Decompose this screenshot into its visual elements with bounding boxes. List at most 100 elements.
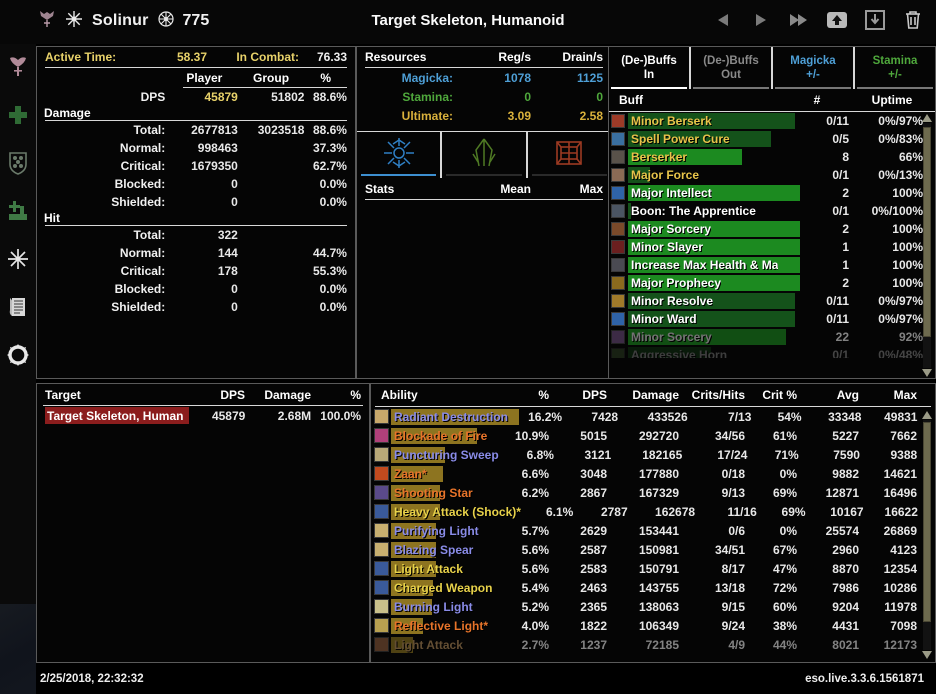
buffs-tab-bar: (De-)Buffs In (De-)Buffs Out Magicka +/- Stami… [609,47,935,89]
scrollbar-thumb[interactable] [923,127,931,337]
tab-debuffs-out[interactable]: (De-)Buffs Out [689,47,771,89]
table-row[interactable]: Zaan* 6.6% 3048 177880 0/18 0% 9882 14621 [371,464,935,483]
ability-crit-percent: 38% [772,618,797,633]
tab-magicka-plusminus[interactable]: Magicka +/- [771,47,853,89]
ability-icon [374,618,389,633]
scroll-up-arrow[interactable] [921,410,933,420]
buff-icon [611,222,625,236]
table-row[interactable]: Light Attack 2.7% 1237 72185 4/9 44% 8021 12173 [371,635,935,654]
sidebar-item-buffs[interactable] [0,188,36,236]
column-max: Max [579,182,603,196]
ability-damage: 150981 [638,542,679,557]
buff-row[interactable]: Aggressive Horn 0/1 0%/48% [609,346,935,358]
scroll-up-arrow[interactable] [921,113,933,123]
sidebar-item-shield[interactable] [0,140,36,188]
target-damage: 2.68M [277,408,312,423]
in-combat-label: In Combat: [236,50,299,64]
table-row[interactable]: Puncturing Sweep 6.8% 3121 182165 17/24 71% 75… [371,445,935,464]
buff-row[interactable]: Increase Max Health & Ma 1 100% [609,256,935,274]
save-button[interactable] [862,7,888,33]
column-mean: Mean [500,182,531,196]
buff-count: 0/1 [832,168,849,182]
summary-row: Blocked: 0 0.0% [37,175,355,193]
dps-row: DPS 45879 51802 88.6% [37,88,355,106]
table-row[interactable]: Blazing Spear 5.6% 2587 150981 34/51 67% 2960 4… [371,540,935,559]
buff-row[interactable]: Minor Berserk 0/11 0%/97% [609,112,935,130]
ability-name-wrap: Burning Light [391,597,493,616]
buff-row[interactable]: Major Intellect 2 100% [609,184,935,202]
ability-name: Shooting Star [394,485,473,500]
table-row[interactable]: Reflective Light* 4.0% 1822 106349 9/24 38% 44… [371,616,935,635]
ability-icon [374,485,389,500]
previous-fight-button[interactable] [710,7,736,33]
summary-row-label: Shielded: [111,195,166,209]
table-row[interactable]: Target Skeleton, Human 45879 2.68M 100.0% [37,406,369,425]
ability-bar-magicka-tab[interactable] [357,132,440,178]
scroll-down-arrow[interactable] [921,368,933,378]
buff-name-wrap: Spell Power Cure [628,130,785,148]
summary-row-label: Blocked: [114,282,166,296]
upload-button[interactable] [824,7,850,33]
sidebar-item-effects[interactable] [0,236,36,284]
buff-row[interactable]: Major Prophecy 2 100% [609,274,935,292]
buff-name-wrap: Boon: The Apprentice [628,202,785,220]
sidebar-item-damage[interactable] [0,44,36,92]
tab-debuffs-in[interactable]: (De-)Buffs In [609,47,689,89]
summary-row-percent: 88.6% [312,123,347,137]
buff-row[interactable]: Boon: The Apprentice 0/1 0%/100% [609,202,935,220]
summary-row-percent: 44.7% [312,246,347,260]
tab-label-line2: In [643,69,655,81]
tab-stamina-plusminus[interactable]: Stamina +/- [853,47,935,89]
sidebar-item-settings[interactable] [0,332,36,380]
summary-row: Shielded: 0 0.0% [37,193,355,211]
table-row[interactable]: Light Attack 5.6% 2583 150791 8/17 47% 8870 123… [371,559,935,578]
sidebar-item-healing[interactable] [0,92,36,140]
buff-row[interactable]: Major Force 0/1 0%/13% [609,166,935,184]
ability-bar-stamina-tab[interactable] [440,131,525,178]
ability-dps: 2365 [580,599,607,614]
stats-title: Stats [365,182,395,196]
table-row[interactable]: Shooting Star 6.2% 2867 167329 9/13 69% 12871 1… [371,483,935,502]
buff-row[interactable]: Spell Power Cure 0/5 0%/83% [609,130,935,148]
last-fight-button[interactable] [786,7,812,33]
table-row[interactable]: Blockade of Fire 10.9% 5015 292720 34/56 61% 5… [371,426,935,445]
abilities-scrollbar[interactable] [921,410,933,660]
table-row[interactable]: Radiant Destruction 16.2% 7428 433526 7/13 54… [371,407,935,426]
ability-max: 14621 [883,466,917,481]
summary-row-label: Normal: [119,246,166,260]
table-row[interactable]: Charged Weapon 5.4% 2463 143755 13/18 72% 7986… [371,578,935,597]
table-row[interactable]: Burning Light 5.2% 2365 138063 9/15 60% 9204 11… [371,597,935,616]
table-row[interactable]: Purifying Light 5.7% 2629 153441 0/6 0% 25574 2… [371,521,935,540]
active-time-value: 58.37 [176,50,207,64]
column-buff: Buff [619,93,643,107]
summary-row: Total: 322 [37,226,355,244]
buff-row[interactable]: Minor Ward 0/11 0%/97% [609,310,935,328]
ability-damage: 153441 [638,523,679,538]
buff-name-wrap: Major Force [628,166,785,184]
ability-crits-hits: 0/6 [728,523,745,538]
scroll-down-arrow[interactable] [921,650,933,660]
ability-crit-percent: 47% [772,561,797,576]
ability-bar-ultimate-tab[interactable] [525,131,611,178]
buff-row[interactable]: Major Sorcery 2 100% [609,220,935,238]
buff-row[interactable]: Berserker 8 66% [609,148,935,166]
delete-button[interactable] [900,7,926,33]
ability-crits-hits: 11/16 [727,504,757,519]
ability-icon [374,542,389,557]
ability-crits-hits: 9/24 [721,618,745,633]
abilities-column-headers: Ability % DPS Damage Crits/Hits Crit % A… [371,384,935,406]
buff-row[interactable]: Minor Sorcery 22 92% [609,328,935,346]
buff-row[interactable]: Minor Slayer 1 100% [609,238,935,256]
buff-count: 0/1 [832,348,849,358]
sidebar-item-log[interactable] [0,284,36,332]
resource-row: Stamina: 0 0 [357,87,611,106]
ability-avg: 9882 [832,466,859,481]
buff-row[interactable]: Minor Resolve 0/11 0%/97% [609,292,935,310]
buffs-scrollbar[interactable] [921,113,933,378]
target-percent: 100.0% [320,408,361,423]
buff-name: Minor Berserk [631,114,712,128]
table-row[interactable]: Heavy Attack (Shock)* 6.1% 2787 162678 11/16… [371,502,935,521]
tab-underline [693,87,769,89]
next-fight-button[interactable] [748,7,774,33]
scrollbar-thumb[interactable] [923,422,931,622]
